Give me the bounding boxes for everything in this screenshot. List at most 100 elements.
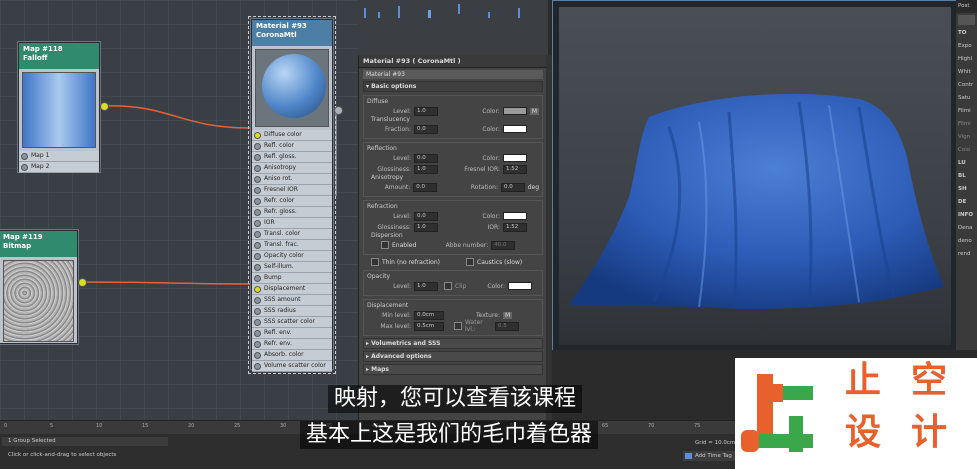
refr-gloss-spinner[interactable]: 1.0 bbox=[414, 222, 438, 232]
opacity-clip-checkbox[interactable] bbox=[444, 282, 452, 290]
panel-dropdown[interactable] bbox=[958, 15, 975, 25]
caustics-checkbox[interactable] bbox=[466, 258, 474, 266]
slot-refl-color[interactable]: Refl. color bbox=[252, 141, 332, 152]
brand-char: 止 bbox=[845, 359, 882, 401]
slot-self-illum[interactable]: Self-illum. bbox=[252, 262, 332, 273]
section-bloom[interactable]: BL bbox=[956, 170, 977, 183]
node-material[interactable]: Material #93 CoronaMtl Diffuse color Ref… bbox=[251, 19, 333, 372]
section-sharpen[interactable]: SH bbox=[956, 183, 977, 196]
rollout-advanced-options[interactable]: ▸ Advanced options bbox=[363, 351, 543, 362]
slot-label: Anisotropy bbox=[264, 164, 297, 171]
slot-label: Refr. env. bbox=[264, 340, 292, 347]
abbe-label: Abbe number: bbox=[445, 241, 489, 249]
refl-level-spinner[interactable]: 0.0 bbox=[414, 153, 438, 163]
water-level-label: Water lvl.: bbox=[465, 319, 483, 333]
diffuse-color-swatch[interactable] bbox=[502, 107, 527, 115]
filmic-label-2: Filmi bbox=[958, 121, 971, 127]
transl-fraction-spinner[interactable]: 0.0 bbox=[414, 124, 438, 134]
timeline-tick: 0 bbox=[4, 423, 8, 429]
aniso-amount-spinner[interactable]: 0.0 bbox=[413, 182, 437, 192]
water-level-spinner[interactable]: 0.5 bbox=[495, 321, 519, 331]
slot-transl-color[interactable]: Transl. color bbox=[252, 229, 332, 240]
node-material-output-port[interactable] bbox=[334, 106, 343, 115]
vignette-label: Vign bbox=[958, 134, 971, 140]
slot-refl-gloss[interactable]: Refl. gloss. bbox=[252, 152, 332, 163]
material-parameters-panel: Material #93 ( CoronaMtl ) Material #93 … bbox=[358, 55, 547, 420]
node-bitmap[interactable]: Map #119 Bitmap bbox=[0, 230, 78, 344]
slot-sss-scatter-color[interactable]: SSS scatter color bbox=[252, 317, 332, 328]
refr-color-label: Color: bbox=[482, 212, 500, 220]
time-tag-icon bbox=[685, 453, 692, 459]
slot-absorb-color[interactable]: Absorb. color bbox=[252, 350, 332, 361]
slot-refr-gloss[interactable]: Refr. gloss. bbox=[252, 207, 332, 218]
node-material-type: CoronaMtl bbox=[256, 31, 297, 39]
slot-map-2[interactable]: Map 2 bbox=[19, 162, 99, 173]
slot-volume-scatter-color[interactable]: Volume scatter color bbox=[252, 361, 332, 372]
rollout-maps[interactable]: ▸ Maps bbox=[363, 364, 543, 375]
transl-color-swatch[interactable] bbox=[503, 125, 527, 133]
slot-label: Refr. gloss. bbox=[264, 208, 297, 215]
rollout-volumetrics-sss[interactable]: ▸ Volumetrics and SSS bbox=[363, 338, 543, 349]
abbe-spinner[interactable]: 40.0 bbox=[491, 240, 516, 250]
node-falloff-output-port[interactable] bbox=[100, 102, 109, 111]
water-level-checkbox[interactable] bbox=[454, 322, 462, 330]
opacity-level-spinner[interactable]: 1.0 bbox=[414, 281, 438, 291]
opacity-clip-label: Clip bbox=[455, 282, 467, 290]
diffuse-map-button[interactable]: M bbox=[529, 107, 539, 115]
dispersion-enabled-checkbox[interactable] bbox=[381, 241, 389, 249]
section-lut[interactable]: LU bbox=[956, 157, 977, 170]
node-material-header[interactable]: Material #93 CoronaMtl bbox=[252, 20, 332, 46]
slot-refl-env[interactable]: Refl. env. bbox=[252, 328, 332, 339]
slot-fresnel-ior[interactable]: Fresnel IOR bbox=[252, 185, 332, 196]
slot-sss-radius[interactable]: SSS radius bbox=[252, 306, 332, 317]
slot-aniso-rot[interactable]: Aniso rot. bbox=[252, 174, 332, 185]
opacity-level-label: Level: bbox=[393, 282, 411, 290]
slot-map-1[interactable]: Map 1 bbox=[19, 151, 99, 162]
slot-refr-env[interactable]: Refr. env. bbox=[252, 339, 332, 350]
slot-opacity-color[interactable]: Opacity color bbox=[252, 251, 332, 262]
disp-texture-button[interactable]: M bbox=[503, 311, 513, 319]
ior-spinner[interactable]: 1.52 bbox=[503, 222, 527, 232]
slot-label: Aniso rot. bbox=[264, 175, 293, 182]
opacity-color-label: Color: bbox=[487, 282, 505, 290]
white-balance-label: Whit bbox=[958, 69, 971, 75]
fresnel-ior-spinner[interactable]: 1.52 bbox=[503, 164, 527, 174]
slot-label: IOR bbox=[264, 219, 275, 226]
brand-char: 计 bbox=[911, 411, 948, 453]
refl-gloss-spinner[interactable]: 1.0 bbox=[414, 164, 438, 174]
node-bitmap-output-port[interactable] bbox=[78, 278, 87, 287]
slot-anisotropy[interactable]: Anisotropy bbox=[252, 163, 332, 174]
material-name-field[interactable]: Material #93 bbox=[363, 70, 543, 79]
node-falloff[interactable]: Map #118 Falloff Map 1 Map 2 bbox=[18, 42, 100, 173]
refr-level-spinner[interactable]: 0.0 bbox=[414, 211, 438, 221]
refl-color-swatch[interactable] bbox=[503, 154, 527, 162]
diffuse-color-label: Color: bbox=[482, 107, 500, 115]
section-info: INFO bbox=[958, 212, 974, 218]
node-editor-canvas[interactable]: Map #118 Falloff Map 1 Map 2 Map #119 Bi… bbox=[0, 0, 358, 420]
refr-color-swatch[interactable] bbox=[503, 212, 527, 220]
slot-bump[interactable]: Bump bbox=[252, 273, 332, 284]
aniso-rotation-spinner[interactable]: 0.0 bbox=[501, 182, 525, 192]
dispersion-enabled-label: Enabled bbox=[392, 241, 417, 249]
refl-gloss-label: Glossiness: bbox=[377, 165, 411, 173]
slot-refr-color[interactable]: Refr. color bbox=[252, 196, 332, 207]
slot-transl-frac[interactable]: Transl. frac. bbox=[252, 240, 332, 251]
section-opacity: Opacity Level: 1.0 Clip Color: bbox=[363, 270, 543, 296]
post-tab[interactable]: Post bbox=[956, 0, 977, 13]
node-falloff-header[interactable]: Map #118 Falloff bbox=[19, 43, 99, 69]
disp-min-spinner[interactable]: 0.0cm bbox=[414, 310, 444, 320]
opacity-color-swatch[interactable] bbox=[508, 282, 532, 290]
diffuse-level-spinner[interactable]: 1.0 bbox=[413, 106, 438, 116]
rollout-basic-options[interactable]: ▾ Basic options bbox=[363, 81, 543, 92]
slot-sss-amount[interactable]: SSS amount bbox=[252, 295, 332, 306]
thin-checkbox[interactable] bbox=[371, 258, 379, 266]
disp-max-spinner[interactable]: 0.5cm bbox=[414, 321, 444, 331]
section-tone-mapping[interactable]: TO bbox=[956, 27, 977, 40]
highlight-label: Highl bbox=[958, 56, 973, 62]
node-falloff-preview bbox=[22, 72, 96, 148]
node-bitmap-header[interactable]: Map #119 Bitmap bbox=[0, 231, 77, 257]
slot-displacement[interactable]: Displacement bbox=[252, 284, 332, 295]
slot-diffuse-color[interactable]: Diffuse color bbox=[252, 130, 332, 141]
slot-ior[interactable]: IOR bbox=[252, 218, 332, 229]
section-denoise[interactable]: DE bbox=[956, 196, 977, 209]
